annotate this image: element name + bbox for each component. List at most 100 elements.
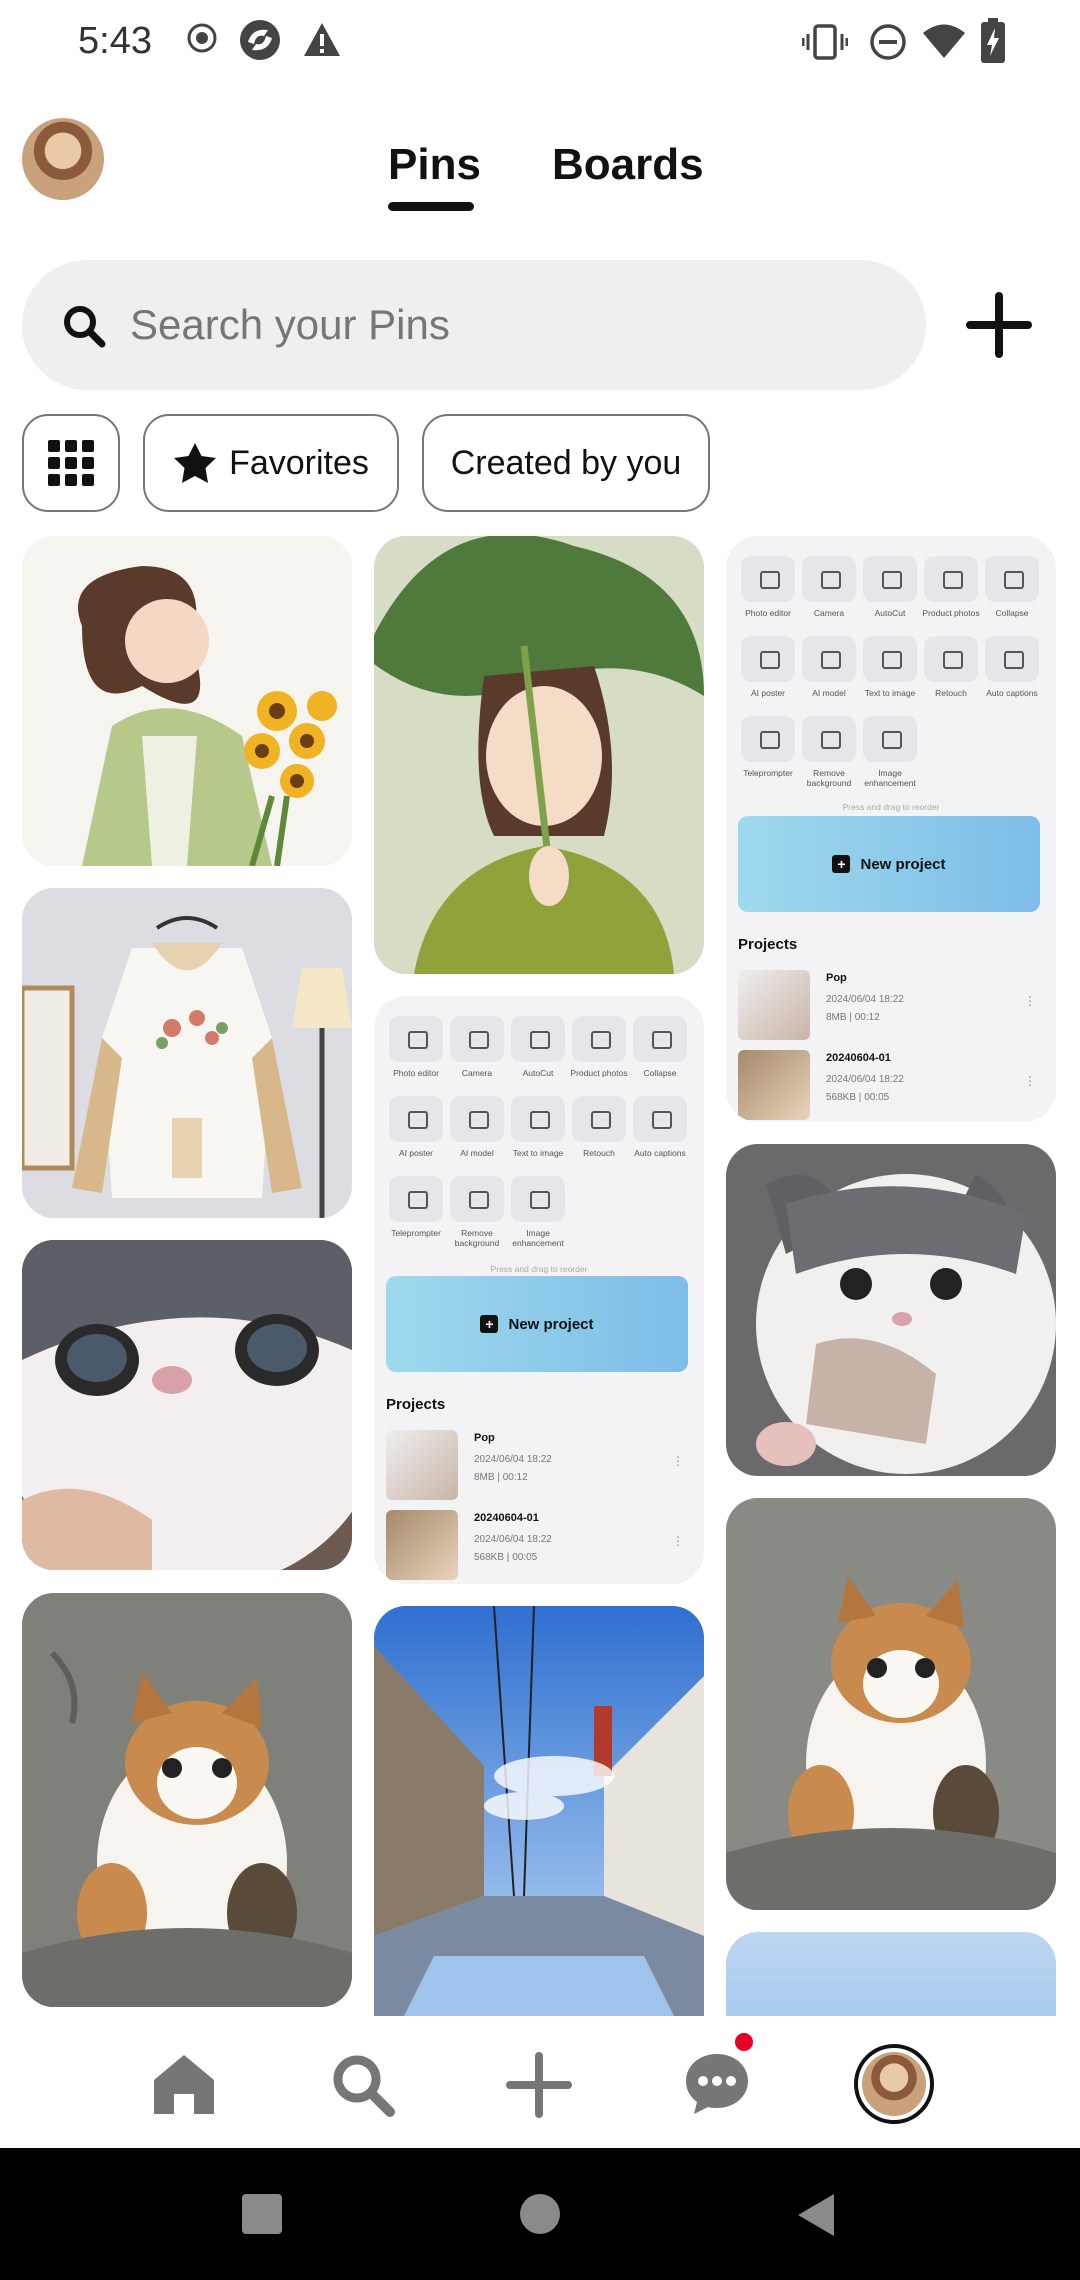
system-nav-bar	[0, 2148, 1080, 2280]
status-bar: 5:43	[0, 0, 1080, 86]
tool-teleprompter: Teleprompter	[386, 1176, 446, 1238]
tool-camera: Camera	[799, 556, 859, 618]
tool-remove-background: Remove background	[447, 1176, 507, 1248]
star-icon	[174, 443, 217, 483]
warning-icon	[304, 23, 340, 56]
project-row: Pop 2024/06/04 18:22 8MB | 00:12 ⋮	[738, 970, 1048, 1046]
status-time: 5:43	[78, 20, 152, 62]
tool-collapse: Collapse	[982, 556, 1042, 618]
project-name: 20240604-01	[826, 1052, 891, 1064]
pin-anime-girl-sunflowers[interactable]	[22, 536, 352, 866]
pin-image	[374, 536, 704, 974]
notification-badge	[735, 2033, 753, 2051]
sync-app-icon	[240, 20, 280, 60]
back-button[interactable]	[796, 2192, 836, 2238]
pin-image	[22, 1240, 352, 1570]
pin-calico-cat-held[interactable]	[22, 1593, 352, 2007]
recents-button[interactable]	[242, 2194, 282, 2234]
search-bar[interactable]	[22, 260, 926, 390]
tool-collapse: Collapse	[630, 1016, 690, 1078]
tool-autocut: AutoCut	[860, 556, 920, 618]
filter-created-by-you[interactable]: Created by you	[422, 414, 710, 512]
project-meta: 8MB | 00:12	[826, 1012, 880, 1023]
tab-pins[interactable]: Pins	[388, 140, 481, 190]
pin-calico-cat-held-2[interactable]	[726, 1498, 1056, 1910]
messages-icon[interactable]	[684, 2052, 750, 2116]
pin-image	[22, 536, 352, 866]
reorder-hint: Press and drag to reorder	[490, 1264, 588, 1274]
new-project-banner: + New project	[738, 816, 1040, 912]
pin-cat-closeup[interactable]	[22, 1240, 352, 1570]
battery-icon	[981, 18, 1005, 63]
create-icon[interactable]	[506, 2052, 572, 2118]
profile-nav-avatar[interactable]	[854, 2044, 934, 2124]
add-pin-button[interactable]	[964, 290, 1034, 360]
pin-video-editor-screenshot[interactable]: Photo editor Camera AutoCut Product phot…	[374, 996, 704, 1584]
project-thumbnail	[738, 1050, 810, 1120]
project-date: 2024/06/04 18:22	[474, 1534, 552, 1545]
vibrate-icon	[802, 24, 848, 60]
project-name: Pop	[474, 1432, 495, 1444]
avatar	[862, 2052, 926, 2116]
reorder-hint: Press and drag to reorder	[842, 802, 940, 812]
tool-ai-model: AI model	[447, 1096, 507, 1158]
projects-title: Projects	[738, 936, 798, 953]
pin-video-editor-screenshot-2[interactable]: Photo editor Camera AutoCut Product phot…	[726, 536, 1056, 1122]
tool-photo-editor: Photo editor	[738, 556, 798, 618]
tool-ai-poster: AI poster	[386, 1096, 446, 1158]
project-thumbnail	[738, 970, 810, 1040]
project-thumbnail	[386, 1510, 458, 1580]
layout-grid-button[interactable]	[22, 414, 120, 512]
project-name: 20240604-01	[474, 1512, 539, 1524]
grid-icon	[48, 440, 94, 486]
project-meta: 8MB | 00:12	[474, 1472, 528, 1483]
project-row: 20240604-01 2024/06/04 18:22 568KB | 00:…	[386, 1510, 696, 1584]
more-icon: ⋮	[672, 1534, 684, 1548]
pin-street-reflection[interactable]	[374, 1606, 704, 2016]
project-name: Pop	[826, 972, 847, 984]
project-date: 2024/06/04 18:22	[474, 1454, 552, 1465]
project-row: Pop 2024/06/04 18:22 8MB | 00:12 ⋮	[386, 1430, 696, 1506]
tool-auto-captions: Auto captions	[982, 636, 1042, 698]
new-project-banner: + New project	[386, 1276, 688, 1372]
new-project-label: New project	[860, 855, 946, 873]
tool-product-photos: Product photos	[921, 556, 981, 618]
project-row: 20240604-01 2024/06/04 18:22 568KB | 00:…	[738, 1050, 1048, 1122]
filter-created-label: Created by you	[450, 443, 682, 482]
wifi-icon	[923, 24, 965, 58]
plus-icon: +	[480, 1315, 499, 1333]
project-meta: 568KB | 00:05	[826, 1092, 890, 1103]
project-meta: 568KB | 00:05	[474, 1552, 538, 1563]
pin-image	[726, 1144, 1056, 1476]
pin-image	[22, 888, 352, 1218]
project-date: 2024/06/04 18:22	[826, 994, 904, 1005]
search-input[interactable]	[130, 290, 890, 360]
plus-icon: +	[832, 855, 851, 873]
search-nav-icon[interactable]	[330, 2052, 396, 2118]
pin-girl-lotus-leaf[interactable]	[374, 536, 704, 974]
tool-ai-poster: AI poster	[738, 636, 798, 698]
home-button[interactable]	[520, 2194, 560, 2234]
tool-image-enhancement: Image enhancement	[860, 716, 920, 788]
filter-favorites[interactable]: Favorites	[143, 414, 399, 512]
project-thumbnail	[386, 1430, 458, 1500]
tab-boards[interactable]: Boards	[552, 140, 704, 190]
more-icon: ⋮	[672, 1454, 684, 1468]
tool-retouch: Retouch	[569, 1096, 629, 1158]
home-icon[interactable]	[152, 2052, 216, 2116]
pin-white-hoodie-dress[interactable]	[22, 888, 352, 1218]
project-date: 2024/06/04 18:22	[826, 1074, 904, 1085]
pin-image	[22, 1593, 352, 2007]
tool-product-photos: Product photos	[569, 1016, 629, 1078]
tool-autocut: AutoCut	[508, 1016, 568, 1078]
tool-camera: Camera	[447, 1016, 507, 1078]
bottom-nav	[0, 2016, 1080, 2148]
tool-text-to-image: Text to image	[508, 1096, 568, 1158]
projects-title: Projects	[386, 1396, 446, 1413]
pin-sky-partial[interactable]	[726, 1932, 1056, 2016]
tab-bar: Pins Boards	[0, 140, 1080, 220]
pin-cat-held-2[interactable]	[726, 1144, 1056, 1476]
record-icon	[187, 23, 217, 53]
tool-image-enhancement: Image enhancement	[508, 1176, 568, 1248]
more-icon: ⋮	[1024, 1074, 1036, 1088]
